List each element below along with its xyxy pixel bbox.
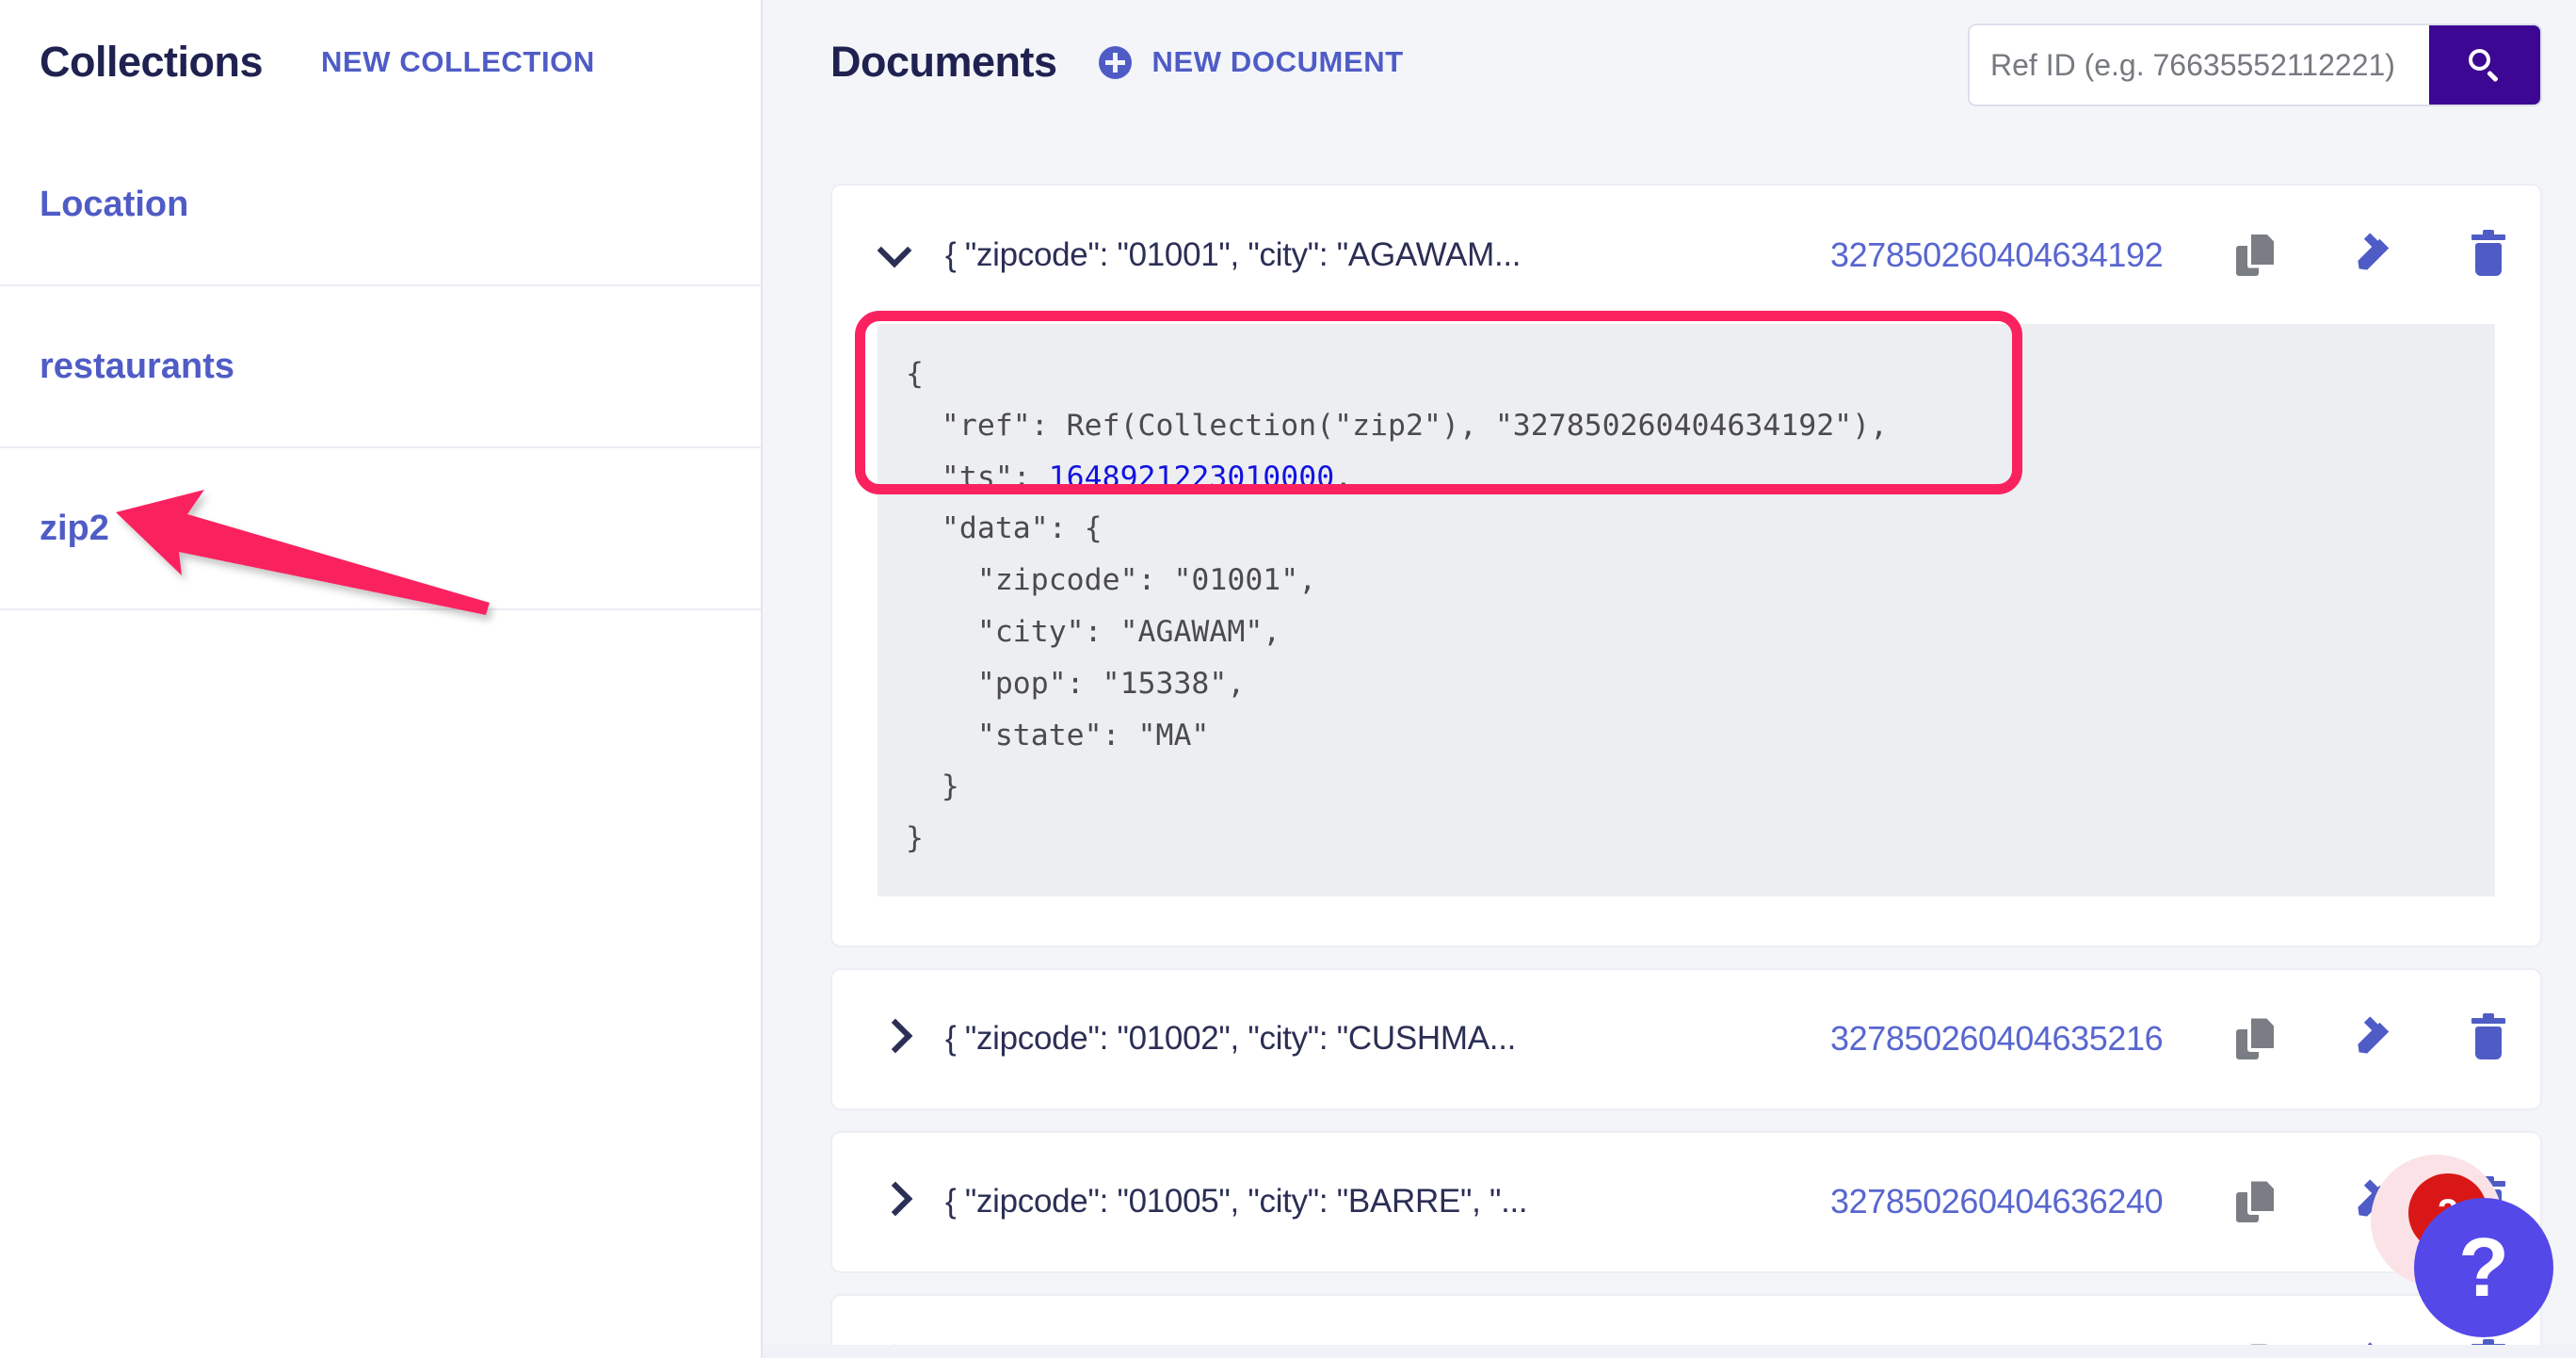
- edit-button[interactable]: [2337, 220, 2407, 290]
- copy-button[interactable]: [2220, 1167, 2290, 1237]
- document-card: { "zipcode": "01005", "city": "BARRE", "…: [830, 1130, 2542, 1273]
- delete-button[interactable]: [2454, 1004, 2523, 1074]
- document-ref-id[interactable]: 327850260404635216: [1830, 1019, 2164, 1059]
- panel-bottom-edge: [763, 1345, 2576, 1358]
- document-ref-id[interactable]: 327850260404636240: [1830, 1182, 2164, 1221]
- copy-button[interactable]: [2220, 220, 2290, 290]
- copy-icon: [2236, 234, 2274, 276]
- chevron-right-icon[interactable]: [877, 1020, 915, 1058]
- sidebar-item-label: restaurants: [40, 346, 234, 386]
- document-json-viewer: { "ref": Ref(Collection("zip2"), "327850…: [877, 324, 2495, 897]
- row-actions: [2220, 1004, 2523, 1074]
- new-document-label: NEW DOCUMENT: [1151, 45, 1404, 78]
- sidebar-item-label: Location: [40, 184, 189, 224]
- edit-icon: [2351, 232, 2392, 276]
- help-widget: 2 ?: [2371, 1155, 2553, 1337]
- help-button[interactable]: ?: [2414, 1198, 2553, 1337]
- edit-icon: [2351, 1016, 2392, 1059]
- search-input[interactable]: [1970, 25, 2429, 105]
- search-bar: [1968, 24, 2542, 106]
- documents-panel: Documents NEW DOCUMENT { "zipcode":: [763, 0, 2576, 1358]
- sidebar-item-zip2[interactable]: zip2: [0, 448, 761, 610]
- document-ref-id[interactable]: 327850260404634192: [1830, 235, 2164, 275]
- sidebar-item-restaurants[interactable]: restaurants: [0, 286, 761, 448]
- delete-icon: [2471, 229, 2505, 276]
- new-document-button[interactable]: NEW DOCUMENT: [1098, 45, 1404, 79]
- delete-icon: [2471, 1013, 2505, 1060]
- app-root: Collections NEW COLLECTION Location rest…: [0, 0, 2576, 1358]
- new-collection-button[interactable]: NEW COLLECTION: [321, 45, 595, 79]
- documents-list: { "zipcode": "01001", "city": "AGAWAM...…: [830, 184, 2542, 1358]
- documents-title: Documents: [830, 38, 1057, 86]
- sidebar-item-location[interactable]: Location: [0, 124, 761, 286]
- edit-button[interactable]: [2337, 1004, 2407, 1074]
- copy-icon: [2236, 1018, 2274, 1060]
- copy-icon: [2236, 1181, 2274, 1223]
- document-row[interactable]: { "zipcode": "01001", "city": "AGAWAM...…: [832, 186, 2540, 324]
- search-icon: [2469, 49, 2501, 83]
- search-button[interactable]: [2429, 25, 2540, 105]
- document-preview: { "zipcode": "01005", "city": "BARRE", "…: [945, 1183, 1528, 1221]
- document-card: { "zipcode": "01001", "city": "AGAWAM...…: [830, 184, 2542, 947]
- plus-circle-icon: [1098, 45, 1132, 79]
- json-number-value: 1648921223010000: [1048, 460, 1335, 494]
- document-preview: { "zipcode": "01001", "city": "AGAWAM...: [945, 235, 1521, 273]
- question-mark-icon: ?: [2458, 1221, 2509, 1314]
- row-actions: [2220, 220, 2523, 290]
- delete-button[interactable]: [2454, 220, 2523, 290]
- copy-button[interactable]: [2220, 1004, 2290, 1074]
- chevron-down-icon[interactable]: [877, 236, 915, 274]
- chevron-right-icon[interactable]: [877, 1183, 915, 1221]
- sidebar-item-label: zip2: [40, 508, 109, 548]
- page-title: Collections: [40, 38, 264, 86]
- documents-header: Documents NEW DOCUMENT: [763, 0, 2576, 124]
- collections-sidebar: Collections NEW COLLECTION Location rest…: [0, 0, 763, 1358]
- document-preview: { "zipcode": "01002", "city": "CUSHMA...: [945, 1020, 1517, 1058]
- document-row[interactable]: { "zipcode": "01002", "city": "CUSHMA...…: [832, 970, 2540, 1108]
- document-row[interactable]: { "zipcode": "01005", "city": "BARRE", "…: [832, 1133, 2540, 1271]
- sidebar-header: Collections NEW COLLECTION: [0, 0, 761, 124]
- document-card: { "zipcode": "01002", "city": "CUSHMA...…: [830, 967, 2542, 1110]
